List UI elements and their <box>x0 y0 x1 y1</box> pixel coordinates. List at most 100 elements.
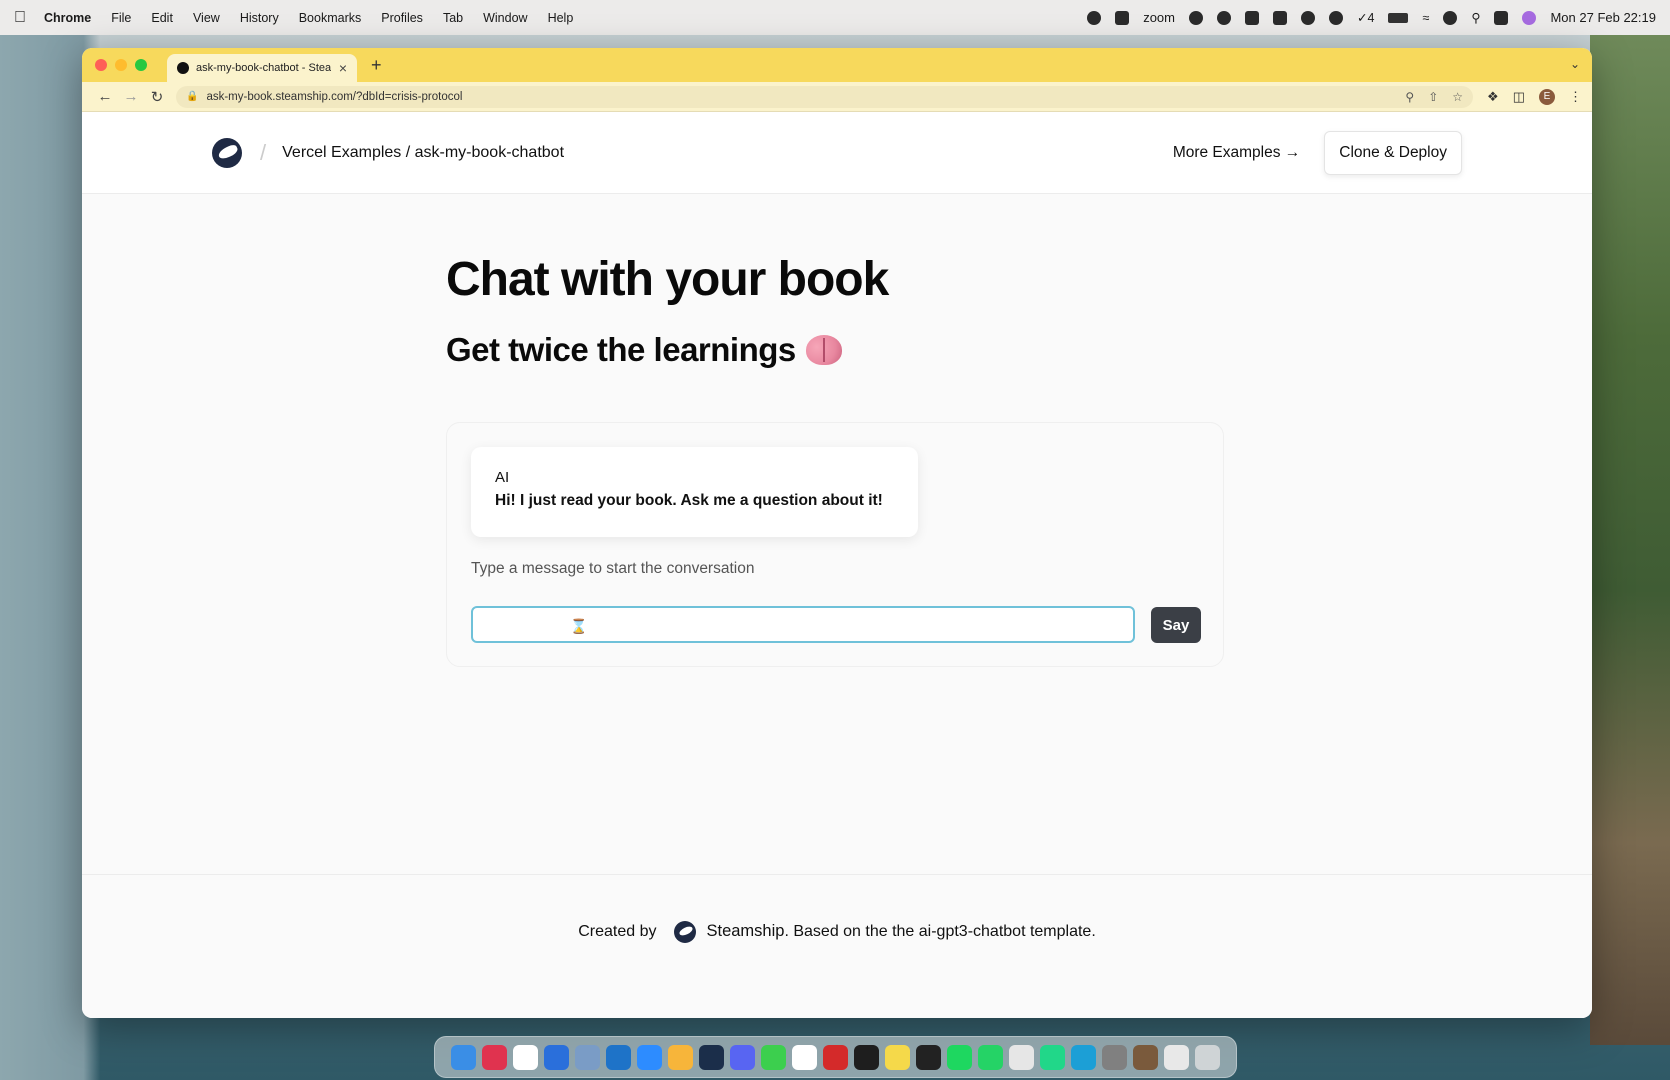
extensions-puzzle-icon[interactable]: ❖ <box>1487 89 1499 105</box>
window-controls <box>95 59 147 71</box>
dock-system-settings-icon[interactable] <box>1102 1044 1127 1070</box>
dock-tasks-icon[interactable] <box>513 1044 538 1070</box>
dock-archive-icon[interactable] <box>1133 1044 1158 1070</box>
grid-icon[interactable] <box>1273 10 1287 25</box>
sun-icon[interactable] <box>1189 10 1203 25</box>
menu-bar-tray: zoom ✓4 ≈ ⚲ Mon 27 Feb 22:19 <box>1087 10 1656 25</box>
chat-panel: AI Hi! I just read your book. Ask me a q… <box>446 422 1224 667</box>
close-window-button[interactable] <box>95 59 107 71</box>
figma-tray-icon[interactable] <box>1115 10 1130 25</box>
dock-pycharm-icon[interactable] <box>1040 1044 1065 1070</box>
tab-title: ask-my-book-chatbot - Steamship <box>196 62 331 74</box>
side-panel-icon[interactable]: ◫ <box>1513 89 1525 105</box>
zoom-magnifier-icon[interactable]: ⚲ <box>1405 90 1414 104</box>
subtitle-text: Get twice the learnings <box>446 331 796 368</box>
parking-icon[interactable] <box>1245 10 1259 25</box>
menu-view[interactable]: View <box>193 11 220 25</box>
dock-maps-icon[interactable] <box>544 1044 569 1070</box>
dock-webstorm-icon[interactable] <box>1071 1044 1096 1070</box>
tab-search-chevron-icon[interactable]: ⌄ <box>1570 57 1580 71</box>
siri-icon[interactable] <box>1522 10 1537 25</box>
footer-based-on: . Based on the the ai-gpt3-chatbot templ… <box>784 922 1096 940</box>
close-tab-icon[interactable]: × <box>339 60 347 76</box>
dock-discord-icon[interactable] <box>730 1044 755 1070</box>
chrome-menu-icon[interactable]: ⋮ <box>1569 89 1582 105</box>
dock-notion-icon[interactable] <box>792 1044 817 1070</box>
dock-chrome-icon[interactable] <box>1009 1044 1034 1070</box>
footer-created-by: Created by <box>578 922 657 940</box>
new-tab-icon[interactable]: + <box>371 55 382 76</box>
dock-notes-icon[interactable] <box>885 1044 910 1070</box>
profile-avatar[interactable]: E <box>1539 88 1555 105</box>
say-button[interactable]: Say <box>1151 607 1201 643</box>
hero: Chat with your book Get twice the learni… <box>446 252 889 369</box>
menu-tab[interactable]: Tab <box>443 11 463 25</box>
message-sender: AI <box>495 469 510 486</box>
zoom-tray-label[interactable]: zoom <box>1143 10 1175 25</box>
bookmark-star-icon[interactable]: ☆ <box>1452 90 1463 104</box>
menu-profiles[interactable]: Profiles <box>381 11 423 25</box>
menu-clock[interactable]: Mon 27 Feb 22:19 <box>1550 10 1656 25</box>
dock-trash-icon[interactable] <box>1195 1044 1220 1070</box>
menu-help[interactable]: Help <box>548 11 574 25</box>
hat-icon[interactable] <box>1329 10 1343 25</box>
tasks-check-icon[interactable]: ✓4 <box>1357 10 1374 25</box>
web-page: / Vercel Examples / ask-my-book-chatbot … <box>82 112 1592 1018</box>
chat-hint: Type a message to start the conversation <box>471 560 755 577</box>
breadcrumb[interactable]: Vercel Examples / ask-my-book-chatbot <box>282 144 564 162</box>
dock-zoom-icon[interactable] <box>637 1044 662 1070</box>
macos-dock <box>434 1036 1237 1078</box>
apple-menu-icon[interactable]:  <box>14 9 26 27</box>
record-icon[interactable] <box>1087 10 1102 25</box>
dock-figma-icon[interactable] <box>916 1044 941 1070</box>
zoom-window-button[interactable] <box>135 59 147 71</box>
clone-deploy-button[interactable]: Clone & Deploy <box>1324 130 1462 175</box>
site-header: / Vercel Examples / ask-my-book-chatbot … <box>82 112 1592 194</box>
brain-icon <box>805 335 842 365</box>
reload-icon[interactable]: ↻ <box>144 88 170 106</box>
steamship-footer-logo-icon[interactable] <box>674 920 697 943</box>
menu-edit[interactable]: Edit <box>151 11 173 25</box>
dock-document-icon[interactable] <box>1164 1044 1189 1070</box>
more-examples-link[interactable]: More Examples → <box>1173 144 1300 162</box>
dock-finder-icon[interactable] <box>451 1044 476 1070</box>
menu-window[interactable]: Window <box>483 11 527 25</box>
robot-icon[interactable] <box>1301 10 1315 25</box>
tab-strip: ask-my-book-chatbot - Steamship × + ⌄ <box>82 48 1592 82</box>
openai-icon[interactable] <box>1217 10 1231 25</box>
browser-toolbar: ← → ↻ 🔒 ask-my-book.steamship.com/?dbId=… <box>82 82 1592 112</box>
spotlight-search-icon[interactable]: ⚲ <box>1471 10 1480 25</box>
url-text: ask-my-book.steamship.com/?dbId=crisis-p… <box>206 90 463 103</box>
menu-bookmarks[interactable]: Bookmarks <box>299 11 362 25</box>
site-footer: Created by Steamship . Based on the the … <box>82 874 1592 1018</box>
back-icon[interactable]: ← <box>92 88 118 105</box>
control-center-icon[interactable] <box>1494 10 1509 25</box>
menu-history[interactable]: History <box>240 11 279 25</box>
menu-file[interactable]: File <box>111 11 131 25</box>
wifi-icon[interactable]: ≈ <box>1422 11 1429 25</box>
dock-messages-icon[interactable] <box>761 1044 786 1070</box>
footer-steamship-link[interactable]: Steamship <box>706 922 784 941</box>
dock-preview-icon[interactable] <box>575 1044 600 1070</box>
browser-tab-active[interactable]: ask-my-book-chatbot - Steamship × <box>167 54 357 82</box>
breadcrumb-divider: / <box>260 139 267 165</box>
page-title: Chat with your book <box>446 253 889 306</box>
minimize-window-button[interactable] <box>115 59 127 71</box>
dock-app-cleaner-icon[interactable] <box>699 1044 724 1070</box>
dock-slack-icon[interactable] <box>482 1044 507 1070</box>
dock-acrobat-icon[interactable] <box>823 1044 848 1070</box>
battery-icon[interactable] <box>1388 12 1409 23</box>
address-bar[interactable]: 🔒 ask-my-book.steamship.com/?dbId=crisis… <box>176 85 1474 108</box>
dock-spotify-icon[interactable] <box>947 1044 972 1070</box>
dock-vscode-icon[interactable] <box>606 1044 631 1070</box>
share-icon[interactable]: ⇧ <box>1428 90 1438 104</box>
lock-icon[interactable]: 🔒 <box>186 91 198 102</box>
forward-icon[interactable]: → <box>118 88 144 105</box>
steamship-logo-icon[interactable] <box>212 137 242 168</box>
play-icon[interactable] <box>1443 10 1458 25</box>
dock-whatsapp-icon[interactable] <box>978 1044 1003 1070</box>
dock-terminal-icon[interactable] <box>854 1044 879 1070</box>
menu-app-name[interactable]: Chrome <box>44 11 91 25</box>
dock-sketch-icon[interactable] <box>668 1044 693 1070</box>
page-subtitle: Get twice the learnings <box>446 331 888 369</box>
